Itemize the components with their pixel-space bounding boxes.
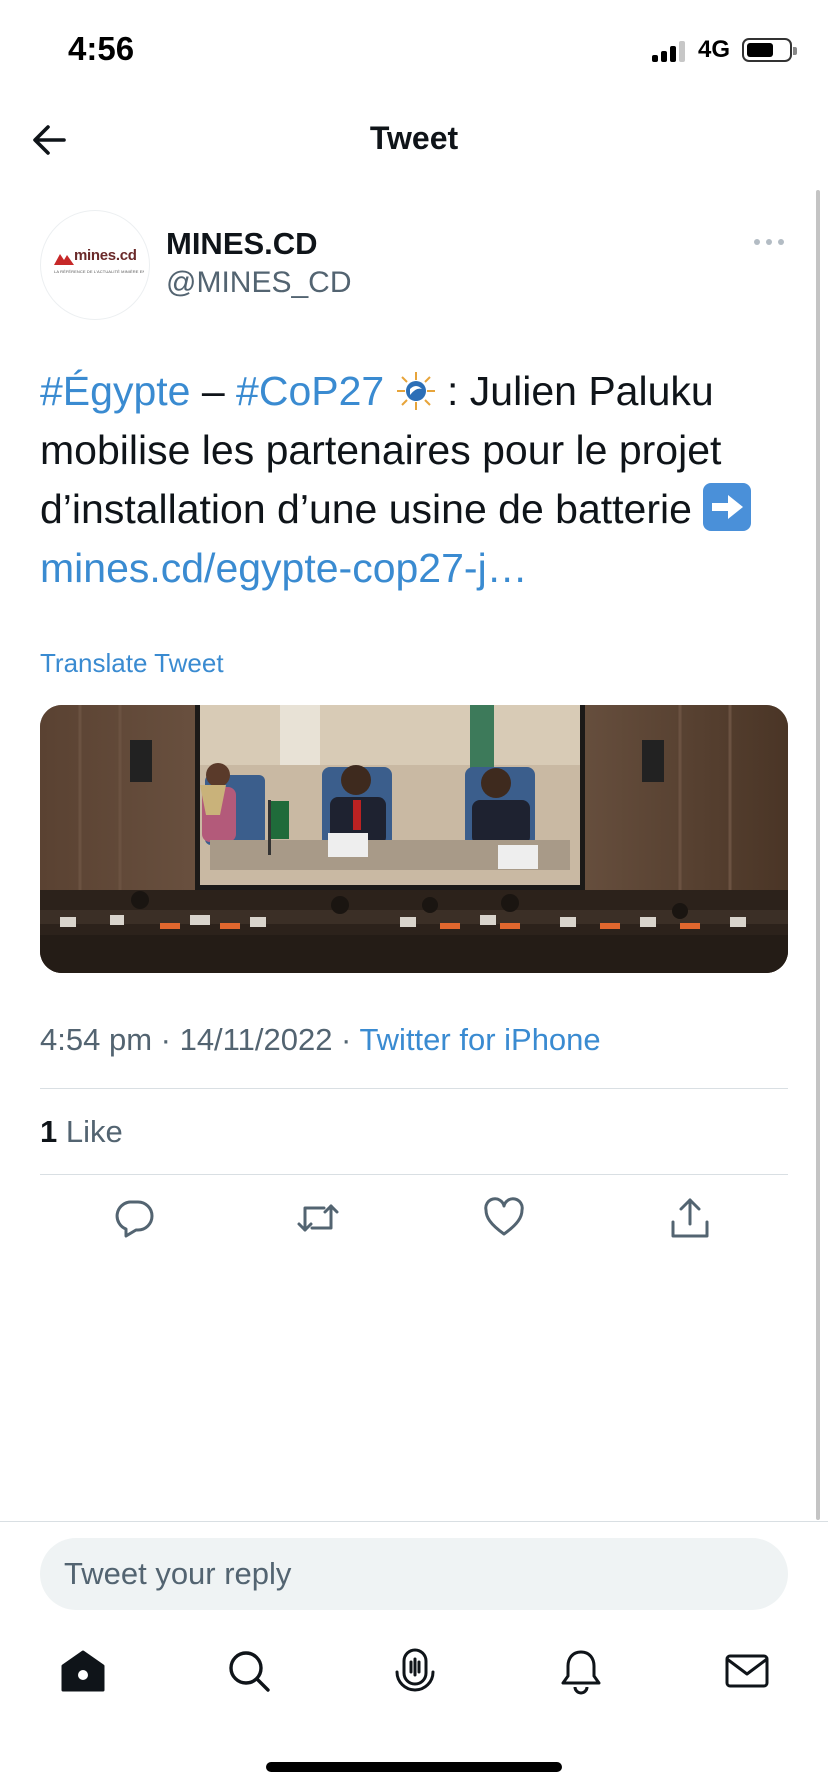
tweet-actions: [0, 1196, 828, 1246]
signal-icon: [652, 40, 688, 62]
share-icon[interactable]: [668, 1196, 712, 1240]
network-label: 4G: [698, 36, 731, 63]
more-options-icon[interactable]: [752, 232, 788, 252]
reply-icon[interactable]: [112, 1196, 156, 1240]
author-handle[interactable]: @MINES_CD: [166, 266, 351, 300]
tweet-text: #Égypte – #CoP27 : Julien Paluku mobilis…: [40, 362, 800, 598]
translate-tweet-link[interactable]: Translate Tweet: [40, 648, 224, 679]
avatar-logo-subtitle: LA RÉFÉRENCE DE L'ACTUALITÉ MINIÈRE EN R…: [54, 269, 144, 274]
tweet-time: 4:54 pm: [40, 1022, 153, 1057]
hashtag-cop27[interactable]: #CoP27: [236, 368, 384, 414]
tweet-dash: –: [190, 368, 237, 414]
tweet-link[interactable]: mines.cd/egypte-cop27-j…: [40, 545, 528, 591]
tab-bar: [0, 1646, 828, 1706]
meta-separator: ·: [152, 1022, 180, 1057]
scrollbar[interactable]: [816, 190, 820, 1520]
cop27-emoji-icon: [396, 372, 435, 410]
page-title: Tweet: [369, 120, 459, 156]
retweet-icon[interactable]: [296, 1196, 340, 1240]
right-arrow-emoji-icon: [703, 483, 752, 531]
likes-count[interactable]: 1 Like: [40, 1114, 123, 1150]
status-time: 4:56: [68, 30, 135, 67]
search-icon[interactable]: [224, 1646, 274, 1696]
avatar[interactable]: mines.cd LA RÉFÉRENCE DE L'ACTUALITÉ MIN…: [40, 210, 150, 320]
reply-divider: [0, 1521, 828, 1522]
home-icon[interactable]: [58, 1646, 108, 1696]
tweet-timestamp: 4:54 pm · 14/11/2022 · Twitter for iPhon…: [40, 1022, 601, 1058]
mines-logo-icon: [54, 254, 74, 265]
like-count-number: 1: [40, 1114, 58, 1149]
status-bar: 4:56 4G: [0, 0, 828, 100]
divider: [40, 1174, 788, 1175]
like-icon[interactable]: [482, 1196, 526, 1240]
hashtag-egypte[interactable]: #Égypte: [40, 368, 190, 414]
tweet-source-link[interactable]: Twitter for iPhone: [359, 1022, 600, 1057]
spaces-icon[interactable]: [390, 1646, 440, 1696]
home-indicator[interactable]: [266, 1762, 562, 1772]
tweet-detail-screen: 4:56 4G Tweet mines.cd LA RÉFÉRENCE DE L…: [0, 0, 828, 1792]
header: Tweet: [0, 100, 828, 180]
tweet-date: 14/11/2022: [179, 1022, 333, 1057]
avatar-logo-text: mines.cd: [74, 247, 137, 264]
like-count-label: Like: [57, 1114, 123, 1149]
tweet-photo[interactable]: [40, 705, 788, 973]
author-name[interactable]: MINES.CD: [166, 226, 318, 262]
meta-separator: ·: [332, 1022, 360, 1057]
battery-icon: [742, 38, 797, 62]
messages-icon[interactable]: [722, 1646, 772, 1696]
notifications-icon[interactable]: [556, 1646, 606, 1696]
reply-input[interactable]: [40, 1538, 788, 1610]
divider: [40, 1088, 788, 1089]
conference-photo-image: [40, 705, 788, 973]
